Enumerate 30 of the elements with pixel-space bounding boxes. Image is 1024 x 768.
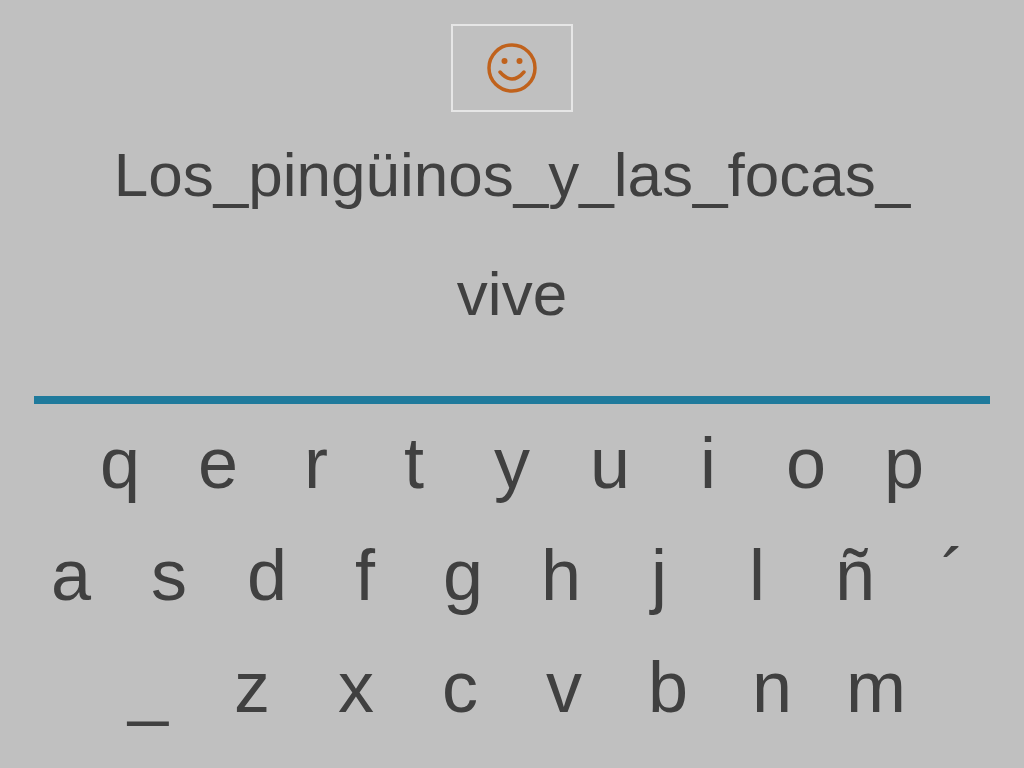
letter-key[interactable]: g (415, 525, 511, 625)
letter-key[interactable]: n (724, 637, 820, 737)
letter-key[interactable]: b (620, 637, 716, 737)
letter-key[interactable]: y (464, 413, 560, 513)
letter-key[interactable]: v (516, 637, 612, 737)
letter-key[interactable]: c (412, 637, 508, 737)
letter-key[interactable]: z (204, 637, 300, 737)
letter-key[interactable]: o (758, 413, 854, 513)
letter-key[interactable]: j (611, 525, 707, 625)
letter-key[interactable]: ´ (905, 525, 1001, 625)
letter-key[interactable]: q (72, 413, 168, 513)
letter-key[interactable]: r (268, 413, 364, 513)
letter-key[interactable]: x (308, 637, 404, 737)
letter-key[interactable]: e (170, 413, 266, 513)
letter-key[interactable]: h (513, 525, 609, 625)
letter-key[interactable]: i (660, 413, 756, 513)
smiley-icon (486, 42, 538, 94)
hint-button[interactable] (451, 24, 573, 112)
letter-key[interactable]: m (828, 637, 924, 737)
letter-key[interactable]: ñ (807, 525, 903, 625)
letter-key[interactable]: u (562, 413, 658, 513)
letter-key[interactable]: l (709, 525, 805, 625)
letter-key[interactable]: t (366, 413, 462, 513)
letter-key[interactable]: p (856, 413, 952, 513)
letter-key[interactable]: f (317, 525, 413, 625)
letter-key[interactable]: a (23, 525, 119, 625)
letter-key[interactable]: d (219, 525, 315, 625)
letter-key[interactable]: _ (100, 637, 196, 737)
sentence-text: vive (456, 263, 568, 325)
letter-key[interactable]: s (121, 525, 217, 625)
